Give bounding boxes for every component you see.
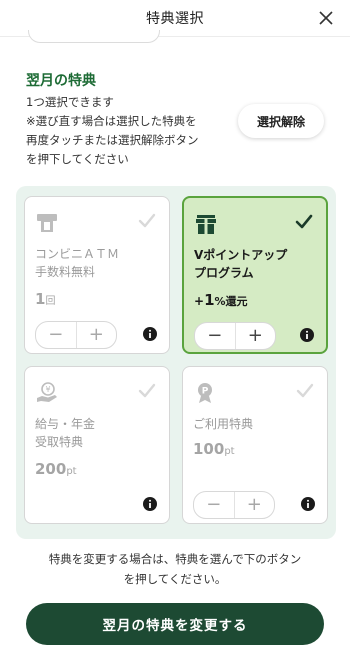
change-benefit-button[interactable]: 翌月の特典を変更する — [26, 603, 324, 645]
value-number: 1 — [35, 290, 46, 308]
benefit-name: コンビニＡＴＭ 手数料無料 — [35, 245, 119, 281]
check-icon — [295, 214, 313, 229]
value-unit: pt — [224, 446, 235, 457]
footer-note-line: 特典を変更する場合は、特典を選んで下のボタン — [48, 552, 302, 566]
benefit-value: 1回 — [35, 289, 55, 308]
value-number: 1 — [204, 291, 215, 309]
section-title: 翌月の特典 — [26, 73, 96, 89]
benefit-name-line: Vポイントアップ — [194, 248, 288, 262]
svg-text:¥: ¥ — [45, 385, 50, 394]
description-line: ※選び直す場合は選択した特典を — [26, 114, 197, 128]
point-icon: P — [198, 383, 212, 403]
benefit-name-line: プログラム — [194, 266, 254, 280]
quantity-stepper: − + — [35, 321, 117, 349]
minus-button[interactable]: − — [194, 492, 234, 518]
benefit-name: ご利用特典 — [193, 415, 253, 433]
benefits-panel: コンビニＡＴＭ 手数料無料 1回 − + Vポイントアップ プログラム +1%還… — [16, 186, 336, 539]
description-line: 再度タッチまたは選択解除ボタン — [26, 133, 199, 147]
benefit-card-vpoint[interactable]: Vポイントアップ プログラム +1%還元 − + — [182, 196, 328, 354]
atm-icon — [37, 214, 57, 232]
description-line: 1つ選択できます — [26, 95, 114, 109]
quantity-stepper: − + — [194, 322, 276, 350]
check-icon — [296, 383, 314, 398]
check-icon — [138, 213, 156, 228]
info-icon[interactable] — [300, 328, 314, 342]
footer-note-line: を押してください。 — [123, 572, 227, 586]
benefit-value: 100pt — [193, 439, 235, 458]
gift-icon — [196, 215, 216, 234]
benefit-name: Vポイントアップ プログラム — [194, 246, 287, 282]
footer-note: 特典を変更する場合は、特典を選んで下のボタン を押してください。 — [20, 549, 330, 589]
benefit-card-atm[interactable]: コンビニＡＴＭ 手数料無料 1回 − + — [24, 196, 170, 354]
benefit-value: +1%還元 — [194, 290, 248, 309]
check-icon — [138, 383, 156, 398]
page-title: 特典選択 — [146, 11, 204, 27]
value-number: 200 — [35, 460, 67, 478]
plus-button[interactable]: + — [234, 492, 274, 518]
yen-hand-icon: ¥ — [37, 382, 57, 402]
value-unit: %還元 — [214, 295, 248, 308]
benefit-name-line: 給与・年金 — [35, 417, 96, 431]
benefit-name-line: 受取特典 — [35, 435, 84, 449]
close-icon[interactable] — [316, 8, 336, 28]
benefit-name-line: 手数料無料 — [35, 265, 96, 279]
benefit-card-salary[interactable]: ¥ 給与・年金 受取特典 200pt — [24, 366, 170, 524]
quantity-stepper: − + — [193, 491, 275, 519]
section-description: 1つ選択できます ※選び直す場合は選択した特典を 再度タッチまたは選択解除ボタン… — [26, 93, 236, 169]
value-number: 100 — [193, 440, 225, 458]
benefit-card-usage[interactable]: P ご利用特典 100pt − + — [182, 366, 328, 524]
value-unit: 回 — [45, 296, 56, 307]
plus-button[interactable]: + — [235, 323, 275, 349]
minus-button[interactable]: − — [195, 323, 235, 349]
value-prefix: + — [194, 294, 205, 308]
deselect-button[interactable]: 選択解除 — [238, 104, 324, 138]
description-line: を押下してください — [26, 152, 129, 166]
benefit-value: 200pt — [35, 459, 77, 478]
previous-section-edge — [28, 30, 160, 43]
benefit-name: 給与・年金 受取特典 — [35, 415, 95, 451]
svg-text:P: P — [202, 387, 209, 397]
benefit-name-line: コンビニＡＴＭ — [35, 247, 120, 261]
value-unit: pt — [66, 466, 77, 477]
benefit-name-line: ご利用特典 — [193, 417, 254, 431]
info-icon[interactable] — [301, 497, 315, 511]
minus-button[interactable]: − — [36, 322, 76, 348]
info-icon[interactable] — [143, 327, 157, 341]
info-icon[interactable] — [143, 497, 157, 511]
plus-button[interactable]: + — [76, 322, 116, 348]
